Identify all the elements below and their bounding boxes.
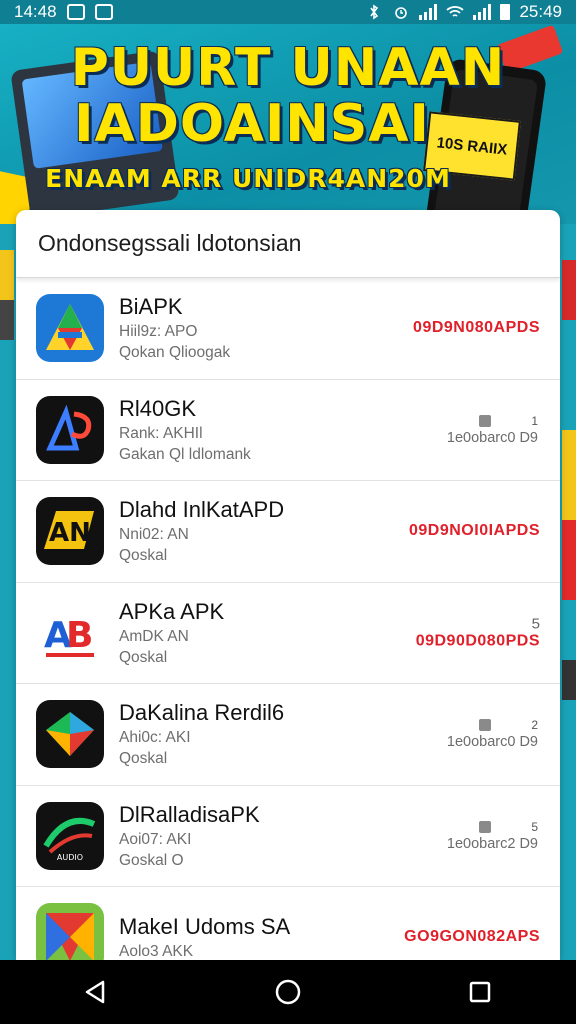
- back-triangle-icon: [85, 980, 105, 1004]
- app-detail: Ahi0c: AKI: [119, 729, 191, 747]
- recents-button[interactable]: [450, 962, 510, 1022]
- app-name: BiAPK: [119, 294, 183, 320]
- bag-icon: [479, 820, 492, 833]
- app-detail: Nni02: AN: [119, 526, 189, 544]
- battery-icon: [500, 4, 511, 20]
- app-detail: Qoskal: [119, 648, 168, 666]
- status-time-left: 14:48: [14, 2, 57, 21]
- image-icon: [94, 4, 113, 20]
- home-button[interactable]: [258, 962, 318, 1022]
- banner-title-line2: IADOAINSAI: [74, 94, 430, 154]
- app-value: 1e0obarc2 D9: [446, 835, 538, 852]
- app-value: 1e0obarc0 D9: [446, 429, 538, 446]
- colorful-triangle-icon: [36, 903, 104, 960]
- signal-icon-2: [473, 4, 492, 20]
- decor-shape: [0, 300, 14, 340]
- list-header: Ondonsegssali ldotonsian: [16, 210, 560, 278]
- swirl-green-icon: AUDIO: [36, 801, 104, 870]
- app-detail: Qoskal: [119, 547, 168, 565]
- promo-banner[interactable]: 10S RAIIX PUURT UNAAN IADOAINSAI ENAAM A…: [0, 24, 576, 224]
- diamond-green-icon: [36, 700, 104, 769]
- app-rank: 1: [531, 413, 538, 428]
- app-rank: 5: [531, 819, 538, 834]
- decor-shape: [562, 430, 576, 520]
- notification-icon: [66, 4, 85, 20]
- list-item[interactable]: Rl40GK Rank: AKHIl Gakan Ql ldlomank 1 1…: [16, 380, 560, 481]
- decor-shape: [562, 260, 576, 320]
- svg-text:AN: AN: [49, 518, 91, 548]
- decor-shape: [562, 660, 576, 700]
- app-detail: Gakan Ql ldlomank: [119, 445, 251, 463]
- app-detail: Aoi07: AKI: [119, 830, 192, 848]
- decor-shape: [562, 520, 576, 600]
- app-detail: Hiil9z: APO: [119, 323, 198, 341]
- app-rank: 2: [531, 718, 538, 733]
- app-meta: 5 09D90D080PDS: [416, 615, 540, 650]
- ab-blue-red-icon: AB: [36, 598, 104, 667]
- app-detail: Goskal O: [119, 851, 184, 869]
- list-item[interactable]: BiAPK Hiil9z: APO Qokan Qlioogak 09D9N08…: [16, 278, 560, 380]
- ab-red-icon: [36, 395, 104, 464]
- bag-icon: [479, 414, 492, 427]
- app-value-red: 09D90D080PDS: [415, 632, 540, 650]
- back-button[interactable]: [66, 962, 126, 1022]
- status-time-right: 25:49: [519, 2, 562, 21]
- home-circle-icon: [275, 979, 301, 1005]
- signal-icon: [419, 4, 438, 20]
- app-detail: AmDK AN: [119, 627, 189, 645]
- app-name: DaKalina Rerdil6: [119, 700, 285, 726]
- list-item[interactable]: AB APKa APK AmDK AN Qoskal 5 09D90D080PD…: [16, 583, 560, 684]
- app-name: MakeI Udoms SA: [119, 913, 291, 939]
- app-detail: Rank: AKHIl: [119, 424, 203, 442]
- a-triangle-icon: [36, 294, 104, 363]
- app-meta: 1 1e0obarc0 D9: [447, 414, 538, 446]
- app-name: Dlahd InlKatAPD: [119, 497, 285, 523]
- app-name: DlRalladisaPK: [119, 801, 260, 827]
- bluetooth-icon: [370, 4, 379, 20]
- app-value-red: 09D9N080APDS: [413, 319, 540, 337]
- alarm-icon: [395, 7, 408, 19]
- app-detail: Qokan Qlioogak: [119, 344, 231, 362]
- svg-text:B: B: [66, 615, 93, 656]
- banner-title-line1: PUURT UNAAN: [70, 38, 506, 98]
- app-value-red: 09D9NOI0IAPDS: [409, 522, 540, 540]
- banner-subtitle: ENAAM ARR UNIDR4AN20M: [45, 164, 451, 193]
- app-meta: 5 1e0obarc2 D9: [447, 820, 538, 852]
- wifi-icon: [446, 6, 465, 17]
- app-value: 1e0obarc0 D9: [446, 734, 538, 751]
- app-name: Rl40GK: [119, 395, 197, 421]
- list-item[interactable]: AUDIO DlRalladisaPK Aoi07: AKI Goskal O …: [16, 786, 560, 887]
- app-list-card: Ondonsegssali ldotonsian BiAPK Hiil9z: A…: [16, 210, 560, 960]
- list-item[interactable]: DaKalina Rerdil6 Ahi0c: AKI Qoskal 2 1e0…: [16, 684, 560, 786]
- an-yellow-icon: AN: [36, 497, 104, 566]
- status-bar: 14:48 25:49: [0, 0, 576, 24]
- svg-text:AUDIO: AUDIO: [57, 853, 83, 862]
- app-meta: 2 1e0obarc0 D9: [447, 718, 538, 750]
- app-detail: Qoskal: [119, 750, 168, 768]
- app-detail: Aolo3 AKK: [119, 942, 194, 960]
- app-value-red: GO9GON082APS: [404, 928, 540, 946]
- navigation-bar: [0, 960, 576, 1024]
- recents-square-icon: [469, 981, 491, 1003]
- app-name: APKa APK: [119, 598, 225, 624]
- app-rank: 5: [531, 615, 540, 633]
- bag-icon: [479, 719, 492, 732]
- list-item[interactable]: AN Dlahd InlKatAPD Nni02: AN Qoskal 09D9…: [16, 481, 560, 583]
- list-item[interactable]: MakeI Udoms SA Aolo3 AKK GO9GON082APS: [16, 887, 560, 960]
